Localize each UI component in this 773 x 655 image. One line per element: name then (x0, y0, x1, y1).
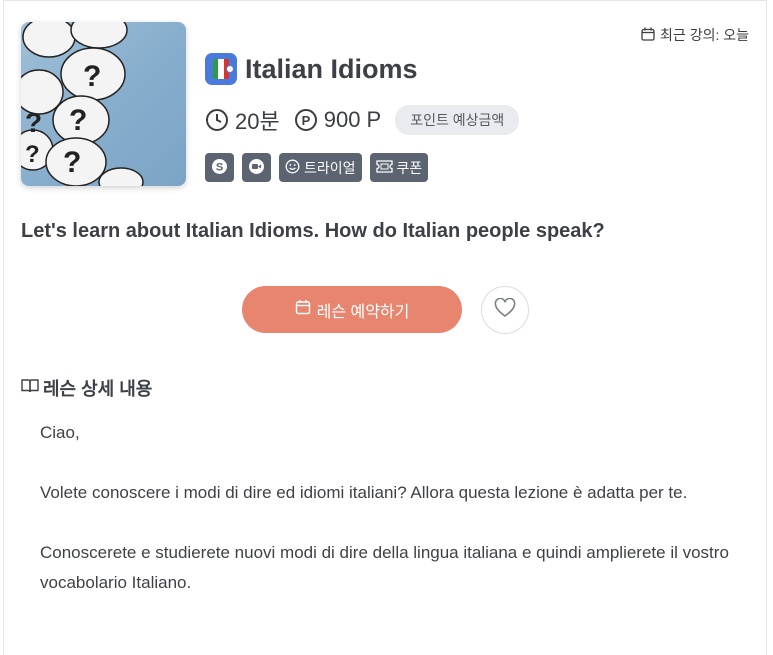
description-paragraph: Conoscerete e studierete nuovi modi di d… (40, 543, 729, 592)
favorite-button[interactable] (481, 286, 529, 334)
svg-text:?: ? (25, 141, 40, 168)
course-title: Italian Idioms (245, 53, 418, 84)
lesson-description: Ciao, Volete conoscere i modi di dire ed… (40, 418, 730, 628)
coupon-tag: 쿠폰 (369, 153, 429, 182)
course-thumbnail: ? ? ? ? ? (21, 22, 186, 186)
recent-lecture: 최근 강의: 오늘 (641, 25, 749, 45)
svg-text:?: ? (83, 60, 101, 93)
course-meta: 20분 P 900 P 포인트 예상금액 (205, 104, 520, 136)
course-title-row: Italian Idioms (205, 53, 418, 85)
coupon-label: 쿠폰 (396, 159, 423, 176)
svg-text:?: ? (69, 104, 87, 137)
book-icon (21, 378, 39, 399)
svg-text:?: ? (63, 146, 81, 179)
calendar-icon (641, 27, 655, 44)
calendar-icon (295, 299, 311, 320)
recent-label: 최근 강의: 오늘 (660, 27, 749, 43)
skype-icon: S (211, 158, 228, 178)
tag-row: S 트라이얼 쿠폰 (205, 153, 429, 182)
lesson-detail-heading: 레슨 상세 내용 (21, 375, 152, 401)
italian-flag-icon (205, 53, 237, 85)
svg-text:S: S (216, 161, 223, 173)
clock-icon (205, 108, 229, 132)
points-estimate-button[interactable]: 포인트 예상금액 (395, 105, 520, 135)
course-summary: Let's learn about Italian Idioms. How do… (21, 220, 605, 242)
smile-icon (285, 159, 300, 177)
description-paragraph: Ciao, (40, 423, 80, 442)
book-lesson-button[interactable]: 레슨 예약하기 (242, 286, 462, 333)
ticket-icon (375, 159, 393, 176)
point-icon: P (294, 108, 318, 132)
svg-text:P: P (301, 113, 310, 128)
video-call-icon (248, 158, 265, 178)
skype-tag: S (205, 153, 234, 182)
lesson-detail-heading-label: 레슨 상세 내용 (43, 379, 153, 399)
duration: 20분 (235, 109, 280, 134)
heart-icon (494, 297, 516, 323)
description-paragraph: Volete conoscere i modi di dire ed idiom… (40, 483, 688, 502)
trial-label: 트라이얼 (304, 159, 356, 176)
book-lesson-label: 레슨 예약하기 (316, 303, 410, 321)
points: 900 P (323, 107, 382, 132)
svg-text:?: ? (25, 107, 42, 138)
trial-tag: 트라이얼 (279, 153, 362, 182)
video-call-tag (242, 153, 271, 182)
